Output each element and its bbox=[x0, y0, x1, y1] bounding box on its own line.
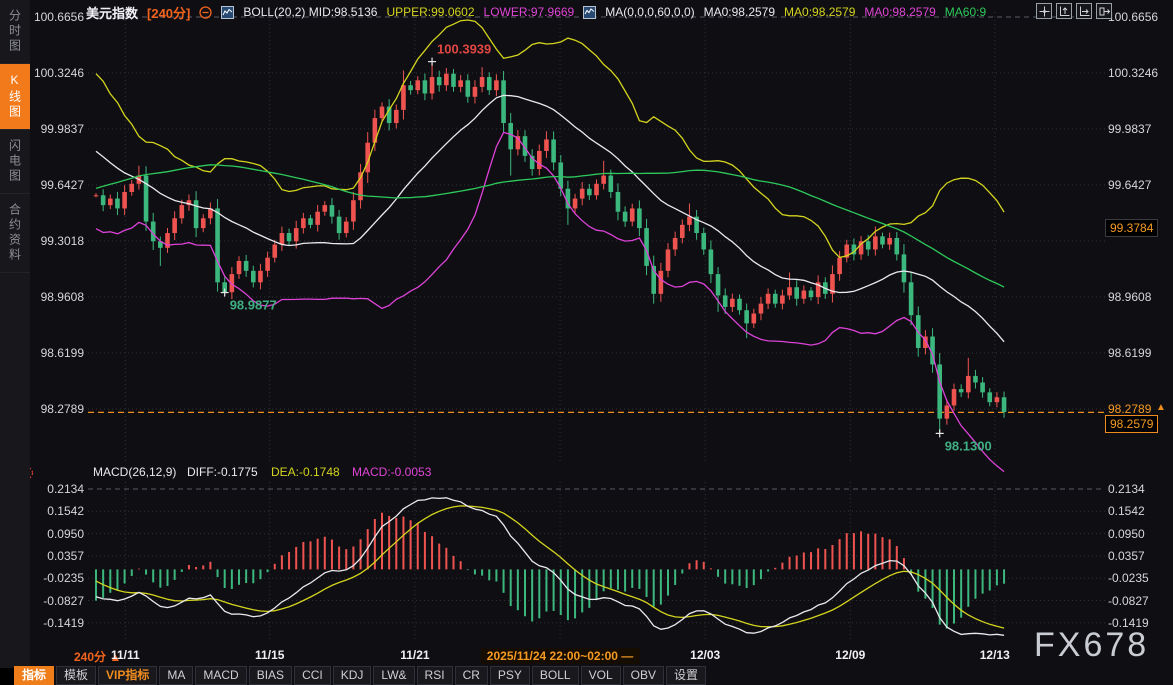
macd-axis-label-right: -0.0235 bbox=[1108, 571, 1170, 585]
y-axis-label-right: 99.9837 bbox=[1108, 122, 1170, 136]
ma0-legend-magenta: MA0:98.2579 bbox=[864, 5, 935, 19]
macd-value-legend: MACD:-0.0053 bbox=[352, 465, 431, 479]
y-axis-label-left: 98.9608 bbox=[30, 290, 84, 304]
x-axis-date-label: 11/21 bbox=[400, 648, 429, 662]
x-axis-date-label: 11/15 bbox=[255, 648, 284, 662]
extreme-annotation: 98.1300 bbox=[945, 438, 992, 453]
macd-axis-label-right: 0.0950 bbox=[1108, 527, 1170, 541]
boll-upper-legend: UPPER:99.0602 bbox=[386, 5, 474, 19]
app-window: 分时图 K线图闪电图合约资料 美元指数 [240分] BOLL(20,2) MID… bbox=[0, 0, 1173, 685]
macd-dea-legend: DEA:-0.1748 bbox=[271, 465, 340, 479]
y-axis-label-right: 100.3246 bbox=[1108, 66, 1170, 80]
y-axis-label-right: 98.6199 bbox=[1108, 346, 1170, 360]
extreme-annotation: 98.9877 bbox=[230, 298, 277, 313]
y-axis-label-right: 98.9608 bbox=[1108, 290, 1170, 304]
x-axis-selected-range: 2025/11/24 22:00~02:00 — bbox=[481, 648, 639, 664]
x-axis-date-label: 11/11 bbox=[111, 648, 140, 662]
macd-axis-label-left: 0.0357 bbox=[30, 549, 84, 563]
y-axis-label-left: 99.3018 bbox=[30, 234, 84, 248]
macd-diff-legend: DIFF:-0.1775 bbox=[187, 465, 258, 479]
macd-axis-label-right: -0.0827 bbox=[1108, 594, 1170, 608]
ma-group-legend: MA(0,0,0,60,0,0) bbox=[605, 5, 694, 19]
y-axis-label-left: 100.6656 bbox=[30, 10, 84, 24]
y-axis-label-left: 98.2789 bbox=[30, 402, 84, 416]
ma-indicator-icon[interactable] bbox=[583, 6, 596, 19]
toolbar-item-cr[interactable]: CR bbox=[455, 666, 488, 685]
macd-axis-label-left: 0.0950 bbox=[30, 527, 84, 541]
macd-axis-label-left: -0.1419 bbox=[30, 616, 84, 630]
toolbar-item-ma[interactable]: MA bbox=[159, 666, 193, 685]
sidebar-item-label: 分时图 bbox=[7, 9, 24, 54]
x-axis-date-label: 12/13 bbox=[980, 648, 1010, 662]
symbol-name: 美元指数 bbox=[86, 3, 138, 22]
toolbar-item-kdj[interactable]: KDJ bbox=[333, 666, 372, 685]
panel-expand-icon[interactable] bbox=[1096, 3, 1112, 19]
y-axis-label-left: 100.3246 bbox=[30, 66, 84, 80]
macd-axis-label-left: 0.1542 bbox=[30, 504, 84, 518]
current-price-tag: 98.2579 bbox=[1105, 415, 1158, 433]
macd-axis-label-left: -0.0827 bbox=[30, 594, 84, 608]
pan-icon[interactable] bbox=[1036, 3, 1052, 19]
chart-legend-bar: 美元指数 [240分] BOLL(20,2) MID:98.5136 UPPER… bbox=[86, 3, 986, 21]
extreme-annotation: 100.3939 bbox=[437, 42, 491, 57]
toolbar-item-bias[interactable]: BIAS bbox=[249, 666, 292, 685]
y-axis-label-left: 99.6427 bbox=[30, 178, 84, 192]
y-axis-label-left: 99.9837 bbox=[30, 122, 84, 136]
axis-zoom-vertical-icon[interactable] bbox=[1056, 3, 1072, 19]
x-axis-date-label: 12/09 bbox=[835, 648, 865, 662]
y-axis-label-right: 100.6656 bbox=[1108, 10, 1170, 24]
mid-price-tag: 99.3784 bbox=[1105, 219, 1158, 237]
toolbar-item-settings[interactable]: 设置 bbox=[666, 666, 706, 685]
toolbar-item-boll[interactable]: BOLL bbox=[532, 666, 579, 685]
sidebar-item-candlestick-chart[interactable]: K线图 bbox=[0, 64, 30, 130]
toolbar-item-psy[interactable]: PSY bbox=[490, 666, 530, 685]
y-axis-label-left: 98.6199 bbox=[30, 346, 84, 360]
sidebar-item-label: 闪电图 bbox=[7, 139, 24, 184]
toolbar-item-vip-indicator[interactable]: VIP指标 bbox=[98, 666, 157, 685]
x-axis-date-label: 12/03 bbox=[690, 648, 720, 662]
sidebar-item-lightning-chart[interactable]: 闪电图 bbox=[0, 130, 30, 194]
ma0-legend-yellow: MA0:98.2579 bbox=[784, 5, 855, 19]
main-price-chart[interactable]: 100.3939 98.9877 98.1300 bbox=[88, 12, 1105, 462]
chart-type-sidebar: 分时图 K线图闪电图合约资料 bbox=[0, 0, 30, 668]
indicator-toolbar: 指标模板VIP指标MAMACDBIASCCIKDJLW&RSICRPSYBOLL… bbox=[14, 666, 706, 685]
toolbar-item-lwr[interactable]: LW& bbox=[373, 666, 414, 685]
macd-formula-legend: MACD(26,12,9) bbox=[93, 465, 176, 479]
minus-circle-icon[interactable] bbox=[199, 6, 212, 19]
sidebar-item-label: 合约资料 bbox=[7, 203, 24, 263]
macd-axis-label-right: 0.0357 bbox=[1108, 549, 1170, 563]
toolbar-item-obv[interactable]: OBV bbox=[623, 666, 664, 685]
window-controls bbox=[1036, 3, 1112, 19]
y-axis-label-right: 99.6427 bbox=[1108, 178, 1170, 192]
toolbar-item-macd[interactable]: MACD bbox=[195, 666, 246, 685]
ma60-legend: MA60:9 bbox=[945, 5, 986, 19]
period-label[interactable]: [240分] bbox=[147, 3, 190, 22]
sidebar-item-time-share-chart[interactable]: 分时图 bbox=[0, 0, 30, 64]
boll-legend: BOLL(20,2) MID:98.5136 bbox=[243, 5, 377, 19]
macd-axis-label-left: 0.2134 bbox=[30, 482, 84, 496]
macd-axis-label-right: 0.2134 bbox=[1108, 482, 1170, 496]
boll-lower-legend: LOWER:97.9669 bbox=[484, 5, 575, 19]
toolbar-item-rsi[interactable]: RSI bbox=[417, 666, 453, 685]
watermark: FX678 bbox=[1034, 626, 1149, 665]
toolbar-item-indicator[interactable]: 指标 bbox=[14, 666, 54, 685]
sidebar-item-contract-info[interactable]: 合约资料 bbox=[0, 194, 30, 273]
axis-zoom-horizontal-icon[interactable] bbox=[1076, 3, 1092, 19]
macd-axis-label-right: 0.1542 bbox=[1108, 504, 1170, 518]
bottom-left-corner bbox=[0, 668, 14, 685]
ma0-legend-white: MA0:98.2579 bbox=[704, 5, 775, 19]
toolbar-item-vol[interactable]: VOL bbox=[581, 666, 621, 685]
price-alert-arrow-icon: ▲ bbox=[1156, 402, 1166, 413]
sidebar-item-label: K线图 bbox=[7, 73, 24, 120]
macd-axis-label-left: -0.0235 bbox=[30, 571, 84, 585]
toolbar-item-template[interactable]: 模板 bbox=[56, 666, 96, 685]
macd-chart[interactable] bbox=[88, 482, 1105, 642]
boll-indicator-icon[interactable] bbox=[221, 6, 234, 19]
toolbar-item-cci[interactable]: CCI bbox=[294, 666, 331, 685]
